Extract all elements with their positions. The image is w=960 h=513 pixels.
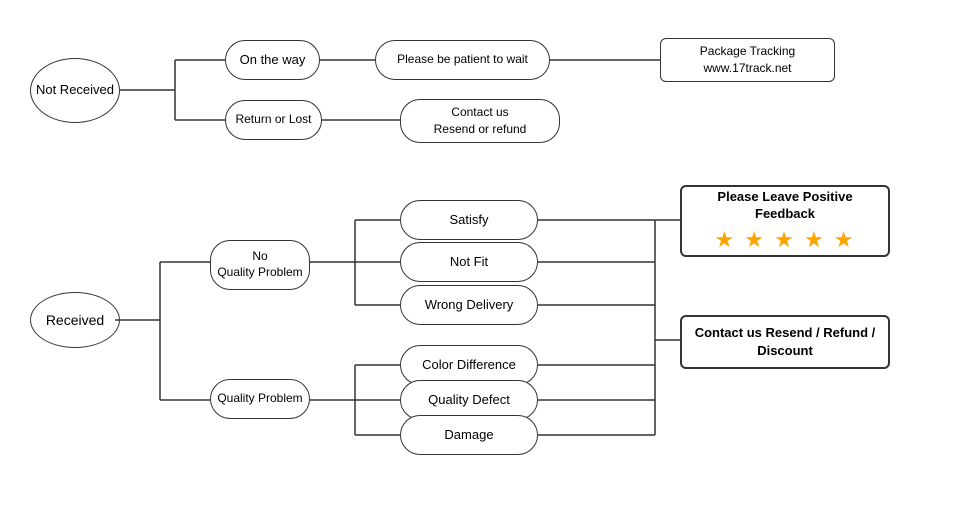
- no-quality-problem-node: NoQuality Problem: [210, 240, 310, 290]
- diagram: Not Received On the way Return or Lost P…: [0, 0, 960, 513]
- contact-resend-refund-node: Contact usResend or refund: [400, 99, 560, 143]
- on-the-way-node: On the way: [225, 40, 320, 80]
- star-rating: ★ ★ ★ ★ ★: [714, 227, 855, 253]
- satisfy-node: Satisfy: [400, 200, 538, 240]
- package-tracking-node: Package Trackingwww.17track.net: [660, 38, 835, 82]
- damage-node: Damage: [400, 415, 538, 455]
- contact-resend-refund-discount-box: Contact us Resend / Refund / Discount: [680, 315, 890, 369]
- not-received-node: Not Received: [30, 58, 120, 123]
- return-or-lost-node: Return or Lost: [225, 100, 322, 140]
- feedback-label: Please Leave Positive Feedback: [692, 189, 878, 223]
- be-patient-node: Please be patient to wait: [375, 40, 550, 80]
- received-node: Received: [30, 292, 120, 348]
- quality-problem-node: Quality Problem: [210, 379, 310, 419]
- not-fit-node: Not Fit: [400, 242, 538, 282]
- color-difference-node: Color Difference: [400, 345, 538, 385]
- positive-feedback-box: Please Leave Positive Feedback ★ ★ ★ ★ ★: [680, 185, 890, 257]
- quality-defect-node: Quality Defect: [400, 380, 538, 420]
- wrong-delivery-node: Wrong Delivery: [400, 285, 538, 325]
- contact-label: Contact us Resend / Refund / Discount: [692, 324, 878, 360]
